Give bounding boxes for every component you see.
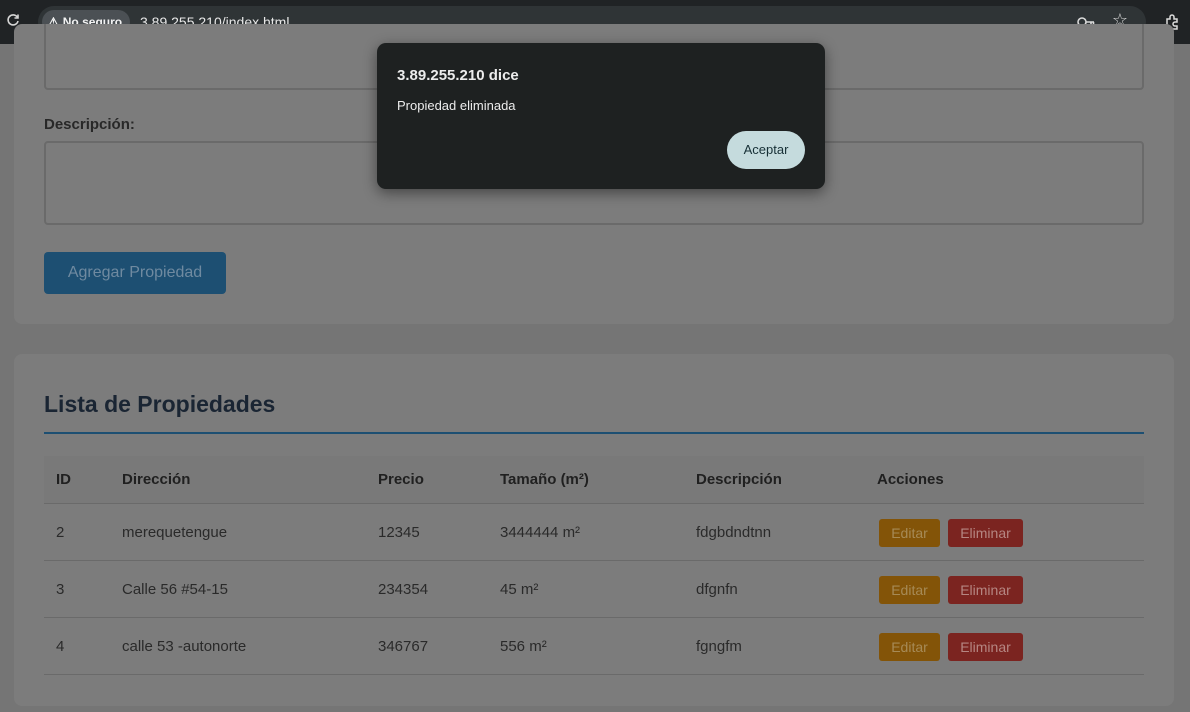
dialog-ok-button[interactable]: Aceptar (727, 131, 805, 169)
cell-direccion: merequetengue (122, 524, 228, 541)
alert-dialog: 3.89.255.210 dice Propiedad eliminada Ac… (377, 43, 825, 189)
edit-button[interactable]: Editar (879, 576, 940, 604)
edit-button[interactable]: Editar (879, 519, 940, 547)
cell-direccion: calle 53 -autonorte (122, 638, 247, 655)
table-row: 2 merequetengue 12345 3444444 m² fdgbdnd… (44, 504, 1144, 561)
cell-tamano: 556 m² (500, 638, 547, 655)
table-row: 4 calle 53 -autonorte 346767 556 m² fgng… (44, 618, 1144, 675)
cell-direccion: Calle 56 #54-15 (122, 581, 228, 598)
properties-table: ID Dirección Precio Tamaño (m²) Descripc… (44, 456, 1144, 675)
delete-button[interactable]: Eliminar (948, 633, 1023, 661)
edit-button[interactable]: Editar (879, 633, 940, 661)
dialog-title: 3.89.255.210 dice (397, 67, 519, 84)
cell-descripcion: fdgbdndtnn (696, 524, 772, 541)
table-header: ID Dirección Precio Tamaño (m²) Descripc… (44, 456, 1144, 504)
cell-precio: 12345 (378, 524, 420, 541)
cell-descripcion: fgngfm (696, 638, 742, 655)
table-row: 3 Calle 56 #54-15 234354 45 m² dfgnfn Ed… (44, 561, 1144, 618)
column-header-direccion: Dirección (122, 471, 191, 488)
column-header-descripcion: Descripción (696, 471, 782, 488)
cell-tamano: 3444444 m² (500, 524, 581, 541)
column-header-precio: Precio (378, 471, 424, 488)
delete-button[interactable]: Eliminar (948, 576, 1023, 604)
list-title: Lista de Propiedades (44, 391, 276, 417)
cell-descripcion: dfgnfn (696, 581, 738, 598)
delete-button[interactable]: Eliminar (948, 519, 1023, 547)
cell-precio: 346767 (378, 638, 429, 655)
column-header-tamano: Tamaño (m²) (500, 471, 589, 488)
column-header-id: ID (56, 471, 71, 488)
cell-id: 2 (56, 524, 65, 541)
cell-id: 3 (56, 581, 65, 598)
title-divider (44, 432, 1144, 434)
description-label: Descripción: (44, 116, 135, 133)
add-property-button[interactable]: Agregar Propiedad (44, 252, 226, 294)
column-header-acciones: Acciones (877, 471, 944, 488)
property-list-card: Lista de Propiedades ID Dirección Precio… (14, 354, 1174, 706)
cell-tamano: 45 m² (500, 581, 539, 598)
cell-precio: 234354 (378, 581, 429, 598)
cell-id: 4 (56, 638, 65, 655)
dialog-message: Propiedad eliminada (397, 98, 516, 113)
